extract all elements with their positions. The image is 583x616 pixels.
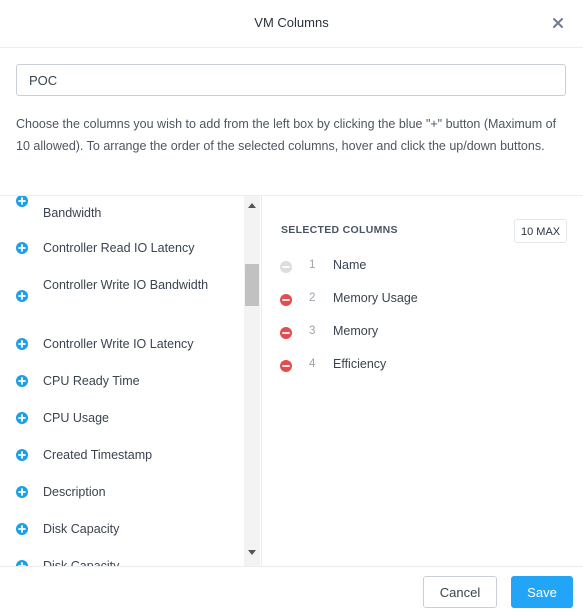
add-circle-icon[interactable] — [16, 449, 28, 461]
add-circle-icon[interactable] — [16, 486, 28, 498]
close-button[interactable] — [547, 12, 569, 34]
available-column-item[interactable]: Disk Capacity — [0, 555, 240, 566]
scroll-down-button[interactable] — [244, 546, 260, 560]
dialog-title: VM Columns — [254, 15, 329, 30]
selected-columns-panel: SELECTED COLUMNS 10 MAX 1 Name 2 Memory Usa… — [262, 196, 583, 566]
close-icon — [553, 18, 563, 28]
available-column-label: CPU Ready Time — [43, 374, 140, 388]
remove-circle-icon[interactable] — [280, 294, 292, 306]
available-columns-list: Bandwidth Controller Read IO Latency Contr… — [0, 196, 262, 566]
add-circle-icon[interactable] — [16, 242, 28, 254]
available-column-label: Created Timestamp — [43, 448, 153, 462]
available-column-item[interactable]: CPU Ready Time — [0, 370, 240, 392]
selected-column-row[interactable]: 3 Memory — [262, 323, 583, 343]
remove-circle-icon[interactable] — [280, 360, 292, 372]
arrow-down-icon — [248, 550, 256, 555]
cancel-button[interactable]: Cancel — [423, 576, 497, 608]
instructions-text: Choose the columns you wish to add from … — [16, 117, 557, 153]
available-column-item[interactable]: Bandwidth — [0, 196, 240, 228]
selected-column-number: 3 — [309, 325, 316, 337]
available-column-label: Description — [43, 485, 106, 499]
selected-column-name: Efficiency — [333, 357, 387, 371]
list-scrollbar[interactable] — [244, 196, 260, 566]
available-column-item[interactable]: Disk Capacity — [0, 518, 240, 540]
available-column-label: Bandwidth — [43, 206, 102, 220]
available-column-label: Disk Capacity — [43, 522, 120, 536]
selected-column-row[interactable]: 4 Efficiency — [262, 356, 583, 376]
available-column-item[interactable]: Controller Write IO Bandwidth — [0, 274, 240, 318]
available-column-item[interactable]: Controller Read IO Latency — [0, 237, 240, 259]
scroll-up-button[interactable] — [244, 198, 260, 212]
selected-column-number: 2 — [309, 292, 316, 304]
selected-column-number: 1 — [309, 259, 316, 271]
selected-column-row[interactable]: 2 Memory Usage — [262, 290, 583, 310]
add-circle-icon[interactable] — [16, 523, 28, 535]
available-column-label: CPU Usage — [43, 411, 109, 425]
selected-column-name: Name — [333, 258, 367, 272]
selected-column-name: Memory Usage — [333, 291, 418, 305]
available-column-label: Disk Capacity — [43, 559, 120, 566]
selected-column-number: 4 — [309, 358, 316, 370]
available-column-label: Controller Write IO Latency — [43, 337, 194, 351]
available-column-item[interactable]: Created Timestamp — [0, 444, 240, 466]
available-column-label: Controller Read IO Latency — [43, 241, 195, 255]
save-button[interactable]: Save — [511, 576, 573, 608]
scroll-thumb[interactable] — [245, 264, 259, 306]
dialog-footer: Cancel Save — [0, 566, 583, 616]
remove-disabled-icon — [280, 261, 292, 273]
max-columns-badge: 10 MAX — [514, 219, 568, 243]
add-circle-icon[interactable] — [16, 412, 28, 424]
available-column-item[interactable]: CPU Usage — [0, 407, 240, 429]
dialog-header: VM Columns — [0, 0, 583, 48]
available-column-item[interactable]: Description — [0, 481, 240, 503]
add-circle-icon[interactable] — [16, 196, 28, 207]
remove-circle-icon[interactable] — [280, 327, 292, 339]
available-column-label: Controller Write IO Bandwidth — [43, 278, 209, 292]
add-circle-icon[interactable] — [16, 338, 28, 350]
add-circle-icon[interactable] — [16, 290, 28, 302]
column-set-name-input[interactable] — [16, 64, 566, 96]
selected-columns-header: SELECTED COLUMNS — [281, 224, 398, 236]
arrow-up-icon — [248, 203, 256, 208]
available-column-item[interactable]: Controller Write IO Latency — [0, 333, 240, 355]
add-circle-icon[interactable] — [16, 375, 28, 387]
selected-column-row[interactable]: 1 Name — [262, 257, 583, 277]
selected-column-name: Memory — [333, 324, 379, 338]
